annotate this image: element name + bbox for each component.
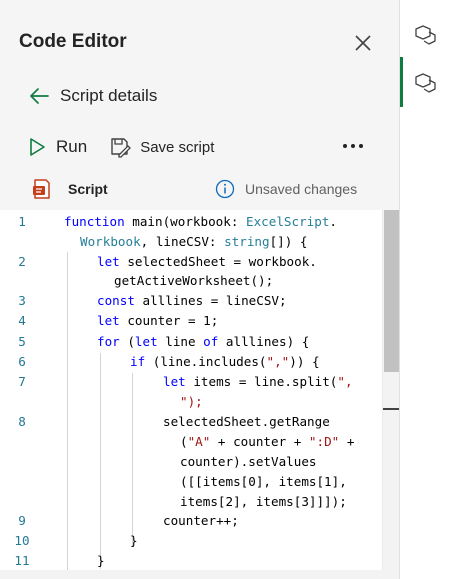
line-number: 8 [18, 414, 26, 429]
line-number: 4 [18, 313, 26, 328]
status-text: Unsaved changes [245, 181, 358, 197]
script-label: Script [68, 181, 108, 197]
line-number: 11 [14, 553, 30, 568]
save-icon [111, 138, 132, 158]
code-line: let selectedSheet = workbook. [97, 254, 317, 269]
play-icon [30, 138, 45, 156]
save-script-button[interactable]: Save script [109, 136, 214, 158]
indent-guide [100, 353, 101, 569]
code-line: if (line.includes(",")) { [130, 354, 320, 369]
more-options-button[interactable] [340, 134, 366, 158]
code-editor[interactable]: 1 2 3 4 5 6 7 8 9 10 11 function main(wo… [0, 210, 399, 579]
back-button[interactable]: Script details [28, 86, 157, 106]
scrollbar-thumb[interactable] [384, 210, 399, 372]
vertical-scrollbar[interactable] [382, 210, 399, 579]
side-button-2[interactable] [412, 69, 440, 97]
line-number: 9 [18, 513, 26, 528]
script-header: Script Unsaved changes [32, 176, 372, 202]
indent-guide [132, 373, 133, 547]
code-line: ([[items[0], items[1], [180, 474, 347, 489]
line-number: 2 [18, 254, 26, 269]
line-number: 3 [18, 293, 26, 308]
unsaved-status: Unsaved changes [215, 176, 357, 202]
more-icon [343, 144, 363, 148]
code-line: ("A" + counter + ":D" + [180, 434, 355, 449]
right-task-bar [399, 0, 449, 579]
pane-title: Code Editor [19, 31, 127, 52]
line-number: 5 [18, 334, 26, 349]
code-line: Workbook, lineCSV: string[]) { [80, 234, 308, 249]
run-button[interactable]: Run [28, 137, 87, 157]
active-indicator [400, 57, 403, 107]
close-button[interactable] [350, 30, 376, 56]
code-editor-pane: Code Editor Script details Run Save scri… [0, 0, 399, 579]
code-line: } [97, 553, 105, 568]
toolbar: Run Save script [28, 133, 214, 161]
code-line: counter).setValues [180, 454, 317, 469]
code-line: const alllines = lineCSV; [97, 293, 287, 308]
arrow-left-icon [30, 88, 49, 104]
close-icon [355, 35, 371, 51]
cursor-ruler-mark [383, 408, 399, 410]
line-number: 1 [18, 214, 26, 229]
code-line: let items = line.split(", [163, 374, 353, 389]
script-file-icon [33, 179, 50, 199]
back-label: Script details [60, 86, 158, 105]
line-number: 6 [18, 354, 26, 369]
code-line: selectedSheet.getRange [163, 414, 330, 429]
side-button-1[interactable] [412, 21, 440, 49]
cube-icon [415, 25, 436, 45]
code-line: let counter = 1; [97, 313, 219, 328]
info-icon [215, 179, 235, 199]
code-line: counter++; [163, 513, 239, 528]
code-line: function main(workbook: ExcelScript. [64, 214, 337, 229]
cube-icon [415, 73, 436, 93]
horizontal-scrollbar[interactable] [0, 570, 399, 579]
run-label: Run [56, 137, 88, 156]
code-line: for (let line of alllines) { [97, 334, 310, 349]
indent-guide [67, 252, 68, 576]
code-line: "); [180, 394, 203, 409]
code-line: getActiveWorksheet(); [114, 273, 274, 288]
code-line: items[2], items[3]]]); [180, 494, 347, 509]
code-line: } [130, 533, 138, 548]
save-script-label: Save script [140, 138, 215, 156]
line-number: 7 [18, 374, 26, 389]
line-number: 10 [14, 533, 30, 548]
